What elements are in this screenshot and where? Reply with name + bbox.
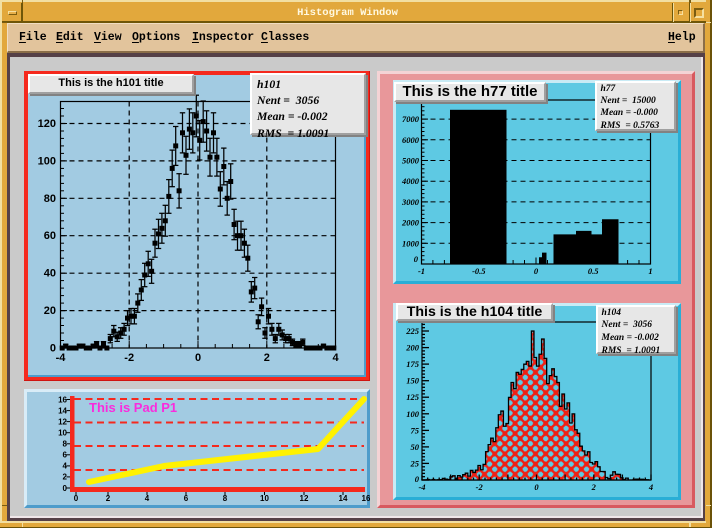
svg-text:125: 125 — [406, 392, 420, 402]
svg-text:-2: -2 — [476, 482, 484, 492]
svg-text:-4: -4 — [56, 352, 67, 364]
svg-text:5000: 5000 — [402, 156, 420, 166]
svg-text:100: 100 — [38, 155, 56, 167]
svg-text:2: 2 — [591, 482, 597, 492]
svg-text:4: 4 — [332, 352, 339, 364]
svg-text:25: 25 — [410, 458, 420, 468]
svg-text:1: 1 — [648, 266, 652, 276]
svg-text:8: 8 — [63, 440, 68, 449]
svg-text:2000: 2000 — [401, 218, 420, 228]
svg-text:-2: -2 — [124, 352, 134, 364]
svg-text:0: 0 — [534, 482, 539, 492]
svg-text:4: 4 — [63, 462, 68, 471]
svg-text:3000: 3000 — [401, 197, 420, 207]
svg-text:0.5: 0.5 — [588, 266, 599, 276]
svg-text:120: 120 — [38, 118, 56, 130]
svg-text:-1: -1 — [418, 266, 425, 276]
svg-text:-0.5: -0.5 — [472, 266, 486, 276]
svg-text:40: 40 — [44, 268, 56, 280]
svg-text:6: 6 — [63, 451, 68, 460]
svg-text:0: 0 — [74, 494, 79, 503]
svg-text:12: 12 — [58, 417, 67, 426]
svg-text:50: 50 — [411, 442, 420, 452]
svg-text:16: 16 — [362, 494, 370, 503]
svg-text:60: 60 — [44, 230, 56, 242]
svg-text:4000: 4000 — [401, 176, 420, 186]
svg-text:6000: 6000 — [402, 135, 420, 145]
svg-text:2: 2 — [106, 494, 111, 503]
svg-text:150: 150 — [406, 376, 420, 386]
svg-text:6: 6 — [184, 494, 189, 503]
svg-text:75: 75 — [411, 425, 420, 435]
svg-text:1000: 1000 — [402, 238, 420, 248]
svg-text:2: 2 — [63, 473, 68, 482]
svg-text:0: 0 — [534, 266, 539, 276]
svg-text:8: 8 — [223, 494, 228, 503]
svg-text:225: 225 — [405, 326, 420, 336]
svg-text:14: 14 — [339, 494, 348, 503]
svg-text:10: 10 — [58, 429, 67, 438]
svg-text:200: 200 — [405, 343, 420, 353]
svg-text:4: 4 — [648, 482, 653, 492]
svg-text:20: 20 — [44, 305, 56, 317]
svg-text:14: 14 — [58, 406, 67, 415]
svg-text:7000: 7000 — [402, 114, 420, 124]
svg-text:12: 12 — [300, 494, 309, 503]
svg-text:2: 2 — [264, 352, 270, 364]
svg-text:16: 16 — [58, 395, 67, 404]
svg-text:80: 80 — [44, 193, 56, 205]
svg-text:0: 0 — [63, 484, 68, 493]
svg-text:0: 0 — [195, 352, 201, 364]
svg-text:0: 0 — [414, 254, 419, 264]
svg-text:4: 4 — [145, 494, 150, 503]
svg-text:-4: -4 — [418, 482, 425, 492]
svg-text:175: 175 — [406, 359, 420, 369]
svg-text:This is Pad P1: This is Pad P1 — [89, 400, 177, 415]
svg-text:10: 10 — [260, 494, 269, 503]
svg-text:100: 100 — [406, 409, 420, 419]
